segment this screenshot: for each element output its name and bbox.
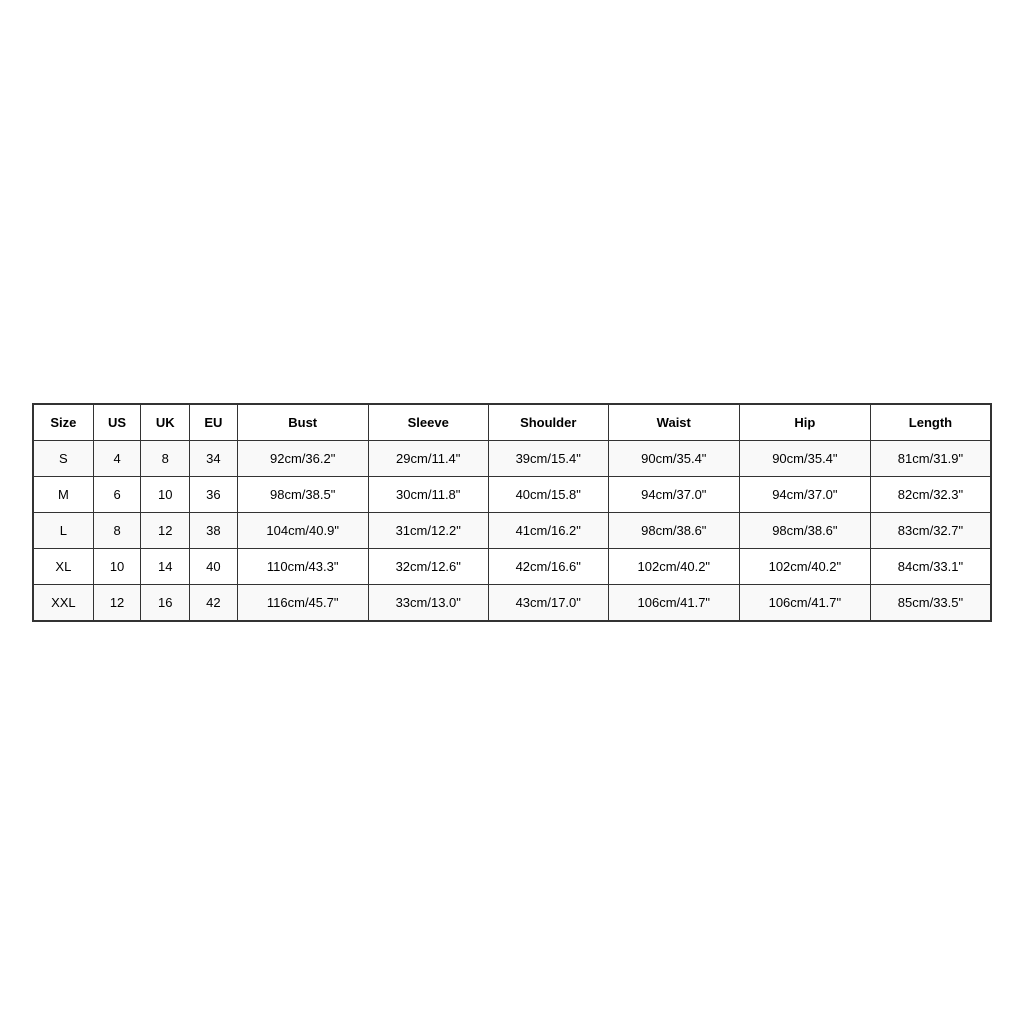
size-chart-container: Size US UK EU Bust Sleeve Shoulder Waist… bbox=[32, 403, 992, 622]
table-row: M6103698cm/38.5"30cm/11.8"40cm/15.8"94cm… bbox=[34, 476, 991, 512]
cell-length: 85cm/33.5" bbox=[870, 584, 990, 620]
cell-us: 12 bbox=[93, 584, 141, 620]
cell-us: 10 bbox=[93, 548, 141, 584]
cell-uk: 10 bbox=[141, 476, 190, 512]
table-row: L81238104cm/40.9"31cm/12.2"41cm/16.2"98c… bbox=[34, 512, 991, 548]
cell-eu: 42 bbox=[190, 584, 238, 620]
cell-length: 83cm/32.7" bbox=[870, 512, 990, 548]
cell-eu: 38 bbox=[190, 512, 238, 548]
cell-us: 8 bbox=[93, 512, 141, 548]
header-eu: EU bbox=[190, 404, 238, 440]
header-sleeve: Sleeve bbox=[368, 404, 488, 440]
cell-shoulder: 41cm/16.2" bbox=[488, 512, 608, 548]
cell-size: XXL bbox=[34, 584, 94, 620]
header-size: Size bbox=[34, 404, 94, 440]
table-row: XXL121642116cm/45.7"33cm/13.0"43cm/17.0"… bbox=[34, 584, 991, 620]
header-length: Length bbox=[870, 404, 990, 440]
table-row: S483492cm/36.2"29cm/11.4"39cm/15.4"90cm/… bbox=[34, 440, 991, 476]
cell-bust: 92cm/36.2" bbox=[237, 440, 368, 476]
cell-hip: 94cm/37.0" bbox=[739, 476, 870, 512]
cell-bust: 104cm/40.9" bbox=[237, 512, 368, 548]
cell-size: M bbox=[34, 476, 94, 512]
header-waist: Waist bbox=[608, 404, 739, 440]
cell-eu: 40 bbox=[190, 548, 238, 584]
cell-waist: 106cm/41.7" bbox=[608, 584, 739, 620]
cell-bust: 116cm/45.7" bbox=[237, 584, 368, 620]
cell-sleeve: 30cm/11.8" bbox=[368, 476, 488, 512]
size-chart-table: Size US UK EU Bust Sleeve Shoulder Waist… bbox=[33, 404, 991, 621]
cell-uk: 14 bbox=[141, 548, 190, 584]
cell-sleeve: 31cm/12.2" bbox=[368, 512, 488, 548]
header-hip: Hip bbox=[739, 404, 870, 440]
cell-us: 6 bbox=[93, 476, 141, 512]
cell-eu: 34 bbox=[190, 440, 238, 476]
cell-uk: 16 bbox=[141, 584, 190, 620]
cell-shoulder: 40cm/15.8" bbox=[488, 476, 608, 512]
table-header-row: Size US UK EU Bust Sleeve Shoulder Waist… bbox=[34, 404, 991, 440]
header-shoulder: Shoulder bbox=[488, 404, 608, 440]
cell-length: 82cm/32.3" bbox=[870, 476, 990, 512]
cell-length: 84cm/33.1" bbox=[870, 548, 990, 584]
cell-size: XL bbox=[34, 548, 94, 584]
cell-sleeve: 29cm/11.4" bbox=[368, 440, 488, 476]
cell-uk: 12 bbox=[141, 512, 190, 548]
table-row: XL101440110cm/43.3"32cm/12.6"42cm/16.6"1… bbox=[34, 548, 991, 584]
cell-shoulder: 39cm/15.4" bbox=[488, 440, 608, 476]
cell-uk: 8 bbox=[141, 440, 190, 476]
cell-bust: 98cm/38.5" bbox=[237, 476, 368, 512]
cell-hip: 98cm/38.6" bbox=[739, 512, 870, 548]
cell-hip: 90cm/35.4" bbox=[739, 440, 870, 476]
cell-eu: 36 bbox=[190, 476, 238, 512]
cell-waist: 102cm/40.2" bbox=[608, 548, 739, 584]
cell-size: L bbox=[34, 512, 94, 548]
cell-hip: 106cm/41.7" bbox=[739, 584, 870, 620]
cell-size: S bbox=[34, 440, 94, 476]
cell-sleeve: 32cm/12.6" bbox=[368, 548, 488, 584]
cell-bust: 110cm/43.3" bbox=[237, 548, 368, 584]
cell-waist: 94cm/37.0" bbox=[608, 476, 739, 512]
header-bust: Bust bbox=[237, 404, 368, 440]
cell-us: 4 bbox=[93, 440, 141, 476]
cell-waist: 98cm/38.6" bbox=[608, 512, 739, 548]
cell-length: 81cm/31.9" bbox=[870, 440, 990, 476]
cell-shoulder: 43cm/17.0" bbox=[488, 584, 608, 620]
cell-hip: 102cm/40.2" bbox=[739, 548, 870, 584]
cell-sleeve: 33cm/13.0" bbox=[368, 584, 488, 620]
cell-shoulder: 42cm/16.6" bbox=[488, 548, 608, 584]
header-uk: UK bbox=[141, 404, 190, 440]
header-us: US bbox=[93, 404, 141, 440]
cell-waist: 90cm/35.4" bbox=[608, 440, 739, 476]
